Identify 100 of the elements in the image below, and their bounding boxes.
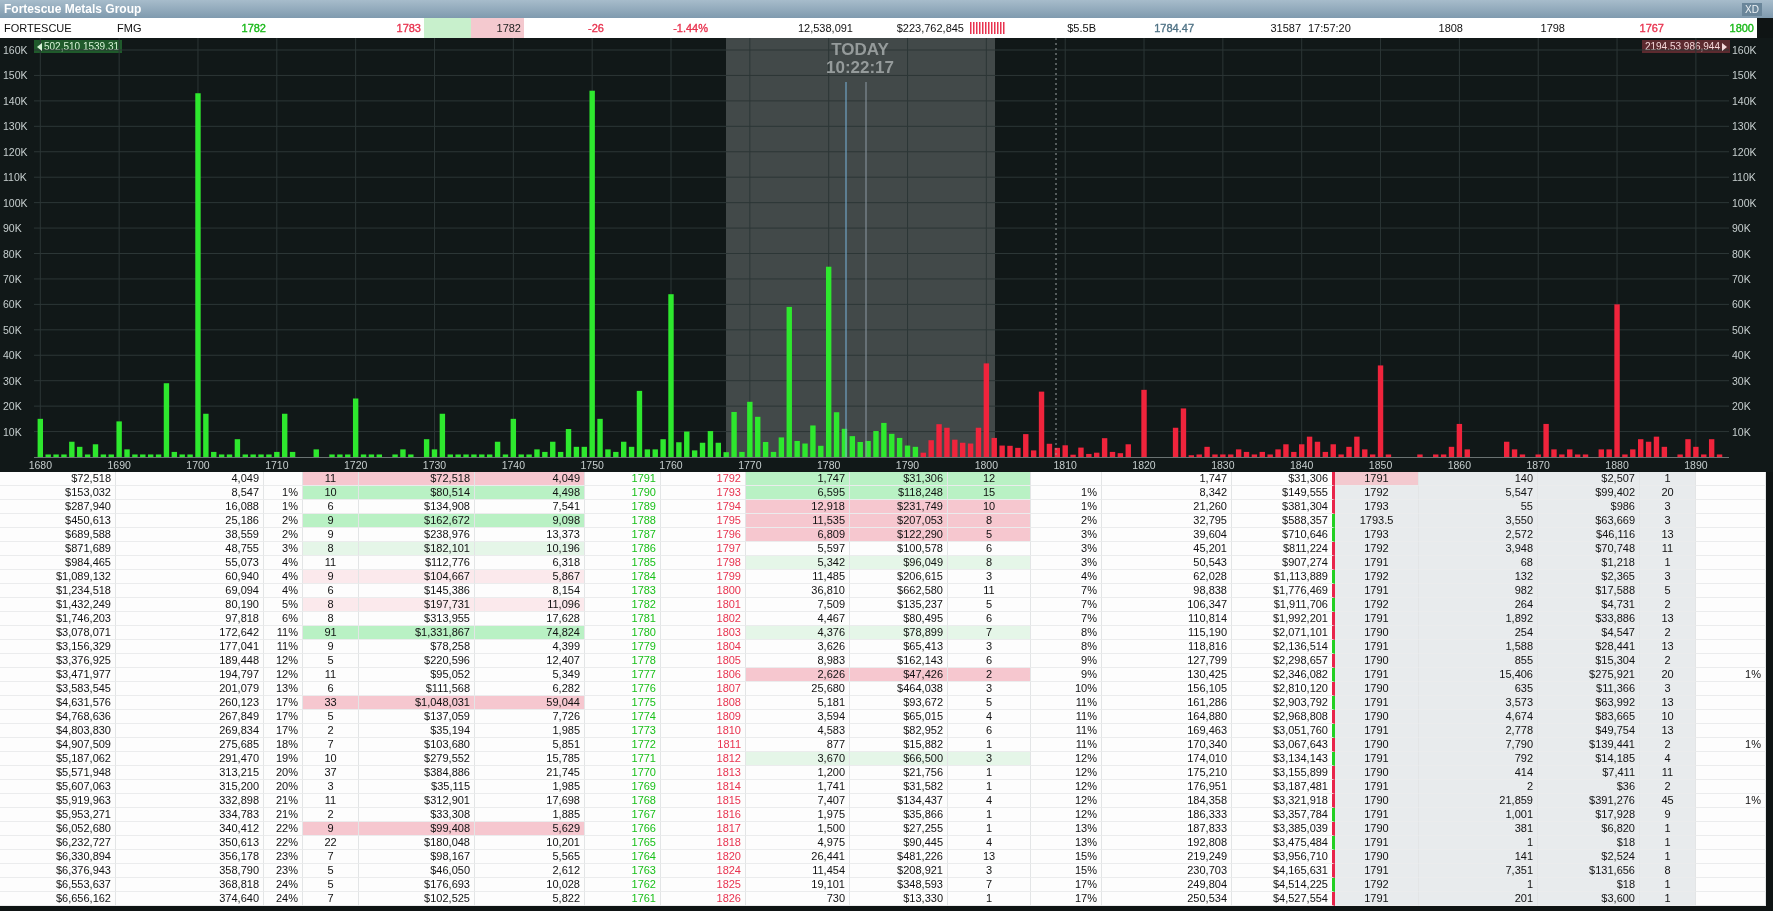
table-cell: 8	[948, 514, 1031, 528]
table-cell: 730	[746, 892, 850, 906]
table-cell: 132	[1419, 570, 1538, 584]
table-cell: 1	[1640, 556, 1696, 570]
table-cell: 4,049	[475, 472, 585, 486]
table-cell: 12	[948, 472, 1031, 486]
table-cell: 13	[1640, 612, 1696, 626]
axis-label: 30K	[3, 374, 22, 387]
table-cell: 1791	[1335, 668, 1419, 682]
table-cell: 1	[1640, 850, 1696, 864]
table-cell: $17,928	[1538, 808, 1640, 822]
table-cell: $391,276	[1538, 794, 1640, 808]
table-cell: 1791	[1335, 556, 1419, 570]
axis-label: 120K	[1732, 145, 1757, 158]
quote-value: -26	[588, 22, 604, 34]
quote-value: 12,538,091	[797, 22, 853, 34]
table-cell: 59,044	[475, 696, 585, 710]
quote-value: 1767	[1639, 22, 1664, 34]
table-cell: 201	[1419, 892, 1538, 906]
table-cell: 9	[1640, 808, 1696, 822]
table-cell: $162,672	[359, 514, 475, 528]
table-cell: 6,595	[746, 486, 850, 500]
table-cell: 13	[1640, 640, 1696, 654]
axis-label: 110K	[1732, 171, 1756, 184]
table-cell: 55	[1419, 500, 1538, 514]
axis-label: 100K	[1732, 196, 1757, 209]
table-cell: 11,535	[746, 514, 850, 528]
table-cell: 1791	[1335, 472, 1419, 486]
table-cell: $986	[1538, 500, 1640, 514]
table-cell: 1791	[1335, 780, 1419, 794]
table-cell: 982	[1419, 584, 1538, 598]
table-cell: 1792	[1335, 878, 1419, 892]
table-cell: 9,098	[475, 514, 585, 528]
axis-label: 1880	[1605, 459, 1629, 471]
axis-label: 1710	[265, 459, 289, 471]
table-cell: $4,731	[1538, 598, 1640, 612]
table-cell: $96,049	[850, 556, 948, 570]
axis-label: 30K	[1732, 374, 1751, 387]
axis-label: 130K	[1732, 120, 1757, 133]
table-cell: 1790	[1335, 626, 1419, 640]
table-cell: 1790	[1335, 682, 1419, 696]
axis-label: 1700	[186, 459, 210, 471]
table-cell: 2	[1419, 780, 1538, 794]
quote-value: FMG	[117, 22, 142, 34]
quote-value: FORTESCUE	[4, 22, 72, 34]
table-cell: $15,304	[1538, 654, 1640, 668]
table-cell: $182,101	[359, 542, 475, 556]
table-cell: 8	[303, 542, 359, 556]
quote-value: 1798	[1540, 22, 1565, 34]
table-cell: 1790	[1335, 822, 1419, 836]
table-cell: 1791	[1335, 836, 1419, 850]
axis-label: 160K	[1732, 44, 1757, 56]
table-cell: 414	[1419, 766, 1538, 780]
axis-label: 1790	[895, 459, 920, 471]
table-cell: 1792	[1335, 598, 1419, 612]
axis-label: 140K	[3, 94, 28, 107]
table-cell: 24%	[264, 892, 303, 906]
axis-label: 1760	[659, 459, 683, 471]
axis-label: 50K	[3, 323, 22, 336]
axis-label: 150K	[1732, 69, 1757, 82]
today-label: TODAY	[831, 40, 889, 59]
axis-label: 130K	[3, 120, 28, 133]
axis-label: 110K	[3, 171, 27, 184]
table-cell: 1826	[661, 892, 746, 906]
axis-label: 1690	[107, 459, 131, 471]
table-cell: 381	[1419, 822, 1538, 836]
table-cell: 5	[1640, 584, 1696, 598]
table-cell: $28,441	[1538, 640, 1640, 654]
quote-value: 1782	[471, 18, 524, 38]
axis-label: 1860	[1447, 459, 1472, 471]
table-cell: $131,656	[1538, 864, 1640, 878]
table-cell: 2	[948, 668, 1031, 682]
table-cell: 1791	[1335, 584, 1419, 598]
table-cell: 5,629	[475, 822, 585, 836]
quote-value: $5.5B	[1067, 22, 1096, 34]
axis-label: 1780	[817, 459, 841, 471]
table-cell: 11	[1640, 766, 1696, 780]
table-cell: 2	[1640, 598, 1696, 612]
table-cell: 45	[1640, 794, 1696, 808]
table-cell: 7,790	[1419, 738, 1538, 752]
table-cell: $17,588	[1538, 584, 1640, 598]
table-cell: 13	[1640, 696, 1696, 710]
axis-label: 80K	[3, 247, 22, 260]
axis-label: 40K	[3, 349, 22, 362]
table-cell: 8	[1640, 864, 1696, 878]
table-cell: 12,918	[746, 500, 850, 514]
quote-value: 31587	[1270, 22, 1301, 34]
table-cell: 5,342	[746, 556, 850, 570]
xd-button[interactable]: XD	[1742, 2, 1762, 16]
table-cell: 15,406	[1419, 668, 1538, 682]
axis-label: 1850	[1368, 459, 1393, 471]
table-cell: 2	[1640, 738, 1696, 752]
table-cell: 1,588	[1419, 640, 1538, 654]
table-cell: 250,534	[1102, 892, 1232, 906]
table-cell: 2,778	[1419, 724, 1538, 738]
table-cell: 9	[303, 822, 359, 836]
table-cell: 3,670	[746, 752, 850, 766]
axis-label: 80K	[1732, 247, 1751, 260]
table-cell: 2,626	[746, 668, 850, 682]
table-cell: 3,550	[1419, 514, 1538, 528]
